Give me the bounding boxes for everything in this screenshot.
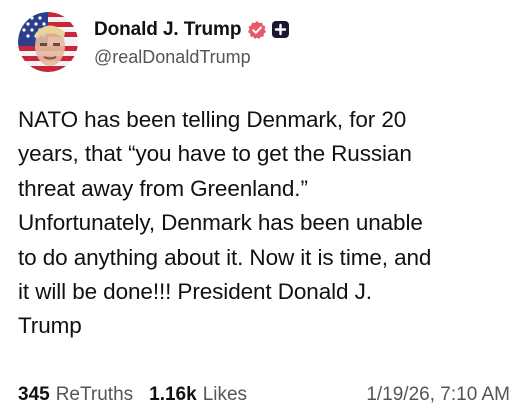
post-card: Donald J. Trump @realDonaldTrump NATO ha… xyxy=(0,0,519,418)
verified-badge-icon xyxy=(247,20,267,40)
user-handle[interactable]: @realDonaldTrump xyxy=(94,47,290,68)
display-name[interactable]: Donald J. Trump xyxy=(94,19,241,41)
name-row: Donald J. Trump xyxy=(94,17,290,43)
retruths-stat[interactable]: 345 ReTruths xyxy=(18,384,133,406)
avatar[interactable] xyxy=(18,12,78,72)
post-header: Donald J. Trump @realDonaldTrump xyxy=(18,10,290,74)
retruths-label: ReTruths xyxy=(55,384,134,405)
author-info: Donald J. Trump @realDonaldTrump xyxy=(94,17,290,68)
likes-stat[interactable]: 1.16k Likes xyxy=(149,384,247,406)
post-stats: 345 ReTruths 1.16k Likes 1/19/26, 7:10 AM xyxy=(18,384,510,406)
post-timestamp[interactable]: 1/19/26, 7:10 AM xyxy=(366,384,510,406)
plus-badge-icon xyxy=(271,20,290,39)
post-text: NATO has been telling Denmark, for 20 ye… xyxy=(18,107,432,339)
likes-count: 1.16k xyxy=(149,384,197,405)
retruths-count: 345 xyxy=(18,384,50,405)
likes-label: Likes xyxy=(202,384,248,405)
avatar-image xyxy=(18,12,78,72)
